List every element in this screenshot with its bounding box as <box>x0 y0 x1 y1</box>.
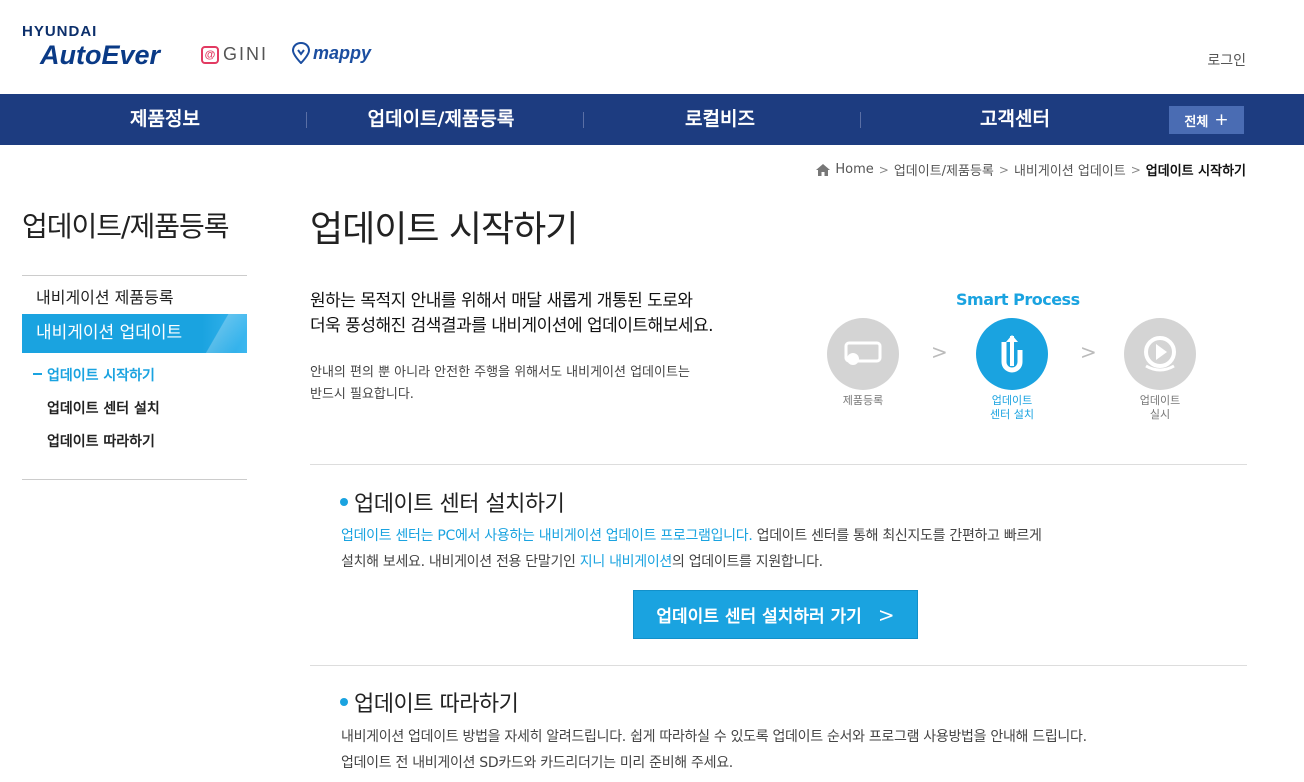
intro-sub-line-1: 안내의 편의 뿐 아니라 안전한 주행을 위해서도 내비게이션 업데이트는 <box>310 365 690 380</box>
breadcrumb-separator: > <box>1130 162 1141 177</box>
process-step-label: 업데이트 실시 <box>1120 394 1200 422</box>
highlight-link[interactable]: 지니 내비게이션 <box>580 554 673 570</box>
nav-divider <box>583 112 584 128</box>
section-text-line-2: 설치해 보세요. 내비게이션 전용 단말기인 지니 내비게이션의 업데이트를 지… <box>341 549 1042 575</box>
section-title-text: 업데이트 따라하기 <box>354 692 519 717</box>
home-icon <box>816 163 831 176</box>
section-text-line-1: 업데이트 센터는 PC에서 사용하는 내비게이션 업데이트 프로그램입니다. 업… <box>341 523 1042 549</box>
intro-line-2: 더욱 풍성해진 검색결과를 내비게이션에 업데이트해보세요. <box>310 316 714 336</box>
body-text: 설치해 보세요. 내비게이션 전용 단말기인 <box>341 554 580 570</box>
smart-process-title: Smart Process <box>956 290 1080 309</box>
hyundai-autoever-logo[interactable]: HYUNDAI AutoEver <box>22 23 161 71</box>
sidebar-sub-update-follow[interactable]: 업데이트 따라하기 <box>47 431 155 451</box>
mappy-logo[interactable]: mappy <box>292 42 371 64</box>
login-link[interactable]: 로그인 <box>1207 50 1246 70</box>
brand-main-text: AutoEver <box>40 40 161 70</box>
nav-divider <box>860 112 861 128</box>
nav-item-products[interactable]: 제품정보 <box>70 94 260 145</box>
process-step-label: 제품등록 <box>823 394 903 408</box>
active-marker <box>33 373 42 375</box>
section-update-center-title: 업데이트 센터 설치하기 <box>340 486 565 518</box>
sidebar-sub-update-start[interactable]: 업데이트 시작하기 <box>47 365 155 385</box>
breadcrumb-separator: > <box>998 162 1009 177</box>
nav-item-update-register[interactable]: 업데이트/제품등록 <box>341 94 541 145</box>
breadcrumb-home[interactable]: Home <box>835 162 873 177</box>
sidebar-item-navigation-update[interactable]: 내비게이션 업데이트 <box>22 314 247 353</box>
breadcrumb-current: 업데이트 시작하기 <box>1145 164 1246 179</box>
highlight-text: 업데이트 센터는 PC에서 사용하는 내비게이션 업데이트 프로그램입니다. <box>341 528 753 544</box>
nav-divider <box>306 112 307 128</box>
nav-item-customer-center[interactable]: 고객센터 <box>920 94 1110 145</box>
step-label-line: 업데이트 <box>1139 394 1181 407</box>
section-update-center-text: 업데이트 센터는 PC에서 사용하는 내비게이션 업데이트 프로그램입니다. 업… <box>341 523 1042 575</box>
update-run-icon <box>1124 318 1196 390</box>
gini-logo[interactable]: @ GINI <box>201 44 268 65</box>
bullet-dot-icon <box>340 698 348 706</box>
section-title-text: 업데이트 센터 설치하기 <box>354 492 565 517</box>
intro-text: 원하는 목적지 안내를 위해서 매달 새롭게 개통된 도로와 더욱 풍성해진 검… <box>310 289 714 339</box>
section-text-line-2: 업데이트 전 내비게이션 SD카드와 카드리더기는 미리 준비해 주세요. <box>341 755 733 771</box>
breadcrumb-navigation-update[interactable]: 내비게이션 업데이트 <box>1014 160 1126 179</box>
mappy-text: mappy <box>313 42 372 63</box>
brand-top-text: HYUNDAI <box>22 23 98 40</box>
update-center-icon <box>976 318 1048 390</box>
section-update-follow-title: 업데이트 따라하기 <box>340 686 519 718</box>
header: HYUNDAI AutoEver @ GINI mappy 로그인 <box>0 0 1304 94</box>
install-update-center-button[interactable]: 업데이트 센터 설치하러 가기 > <box>633 590 918 639</box>
section-divider <box>310 665 1247 666</box>
sidebar-item-product-register[interactable]: 내비게이션 제품등록 <box>36 284 174 308</box>
intro-subtext: 안내의 편의 뿐 아니라 안전한 주행을 위해서도 내비게이션 업데이트는 반드… <box>310 362 690 406</box>
breadcrumb-update-register[interactable]: 업데이트/제품등록 <box>894 160 994 179</box>
process-step-register: 제품등록 <box>823 318 903 408</box>
process-step-center-install: 업데이트 센터 설치 <box>972 318 1052 422</box>
step-label-line: 센터 설치 <box>990 408 1034 421</box>
nav-all-label: 전체 <box>1184 114 1209 130</box>
sidebar-divider <box>22 479 247 480</box>
plus-icon: + <box>1214 110 1229 130</box>
sidebar-divider <box>22 275 247 276</box>
body-text: 업데이트 센터를 통해 최신지도를 간편하고 빠르게 <box>752 528 1042 544</box>
step-label-line: 제품등록 <box>842 394 884 407</box>
main-nav: 제품정보 업데이트/제품등록 로컬비즈 고객센터 전체 + <box>0 94 1304 145</box>
body-text: 의 업데이트를 지원합니다. <box>671 554 823 570</box>
section-divider <box>310 464 1247 465</box>
process-step-label: 업데이트 센터 설치 <box>972 394 1052 422</box>
step-label-line: 실시 <box>1149 408 1171 421</box>
gini-icon: @ <box>201 45 219 64</box>
intro-sub-line-2: 반드시 필요합니다. <box>310 387 414 402</box>
page-title: 업데이트 시작하기 <box>310 209 578 250</box>
gini-text: GINI <box>223 44 269 64</box>
install-button-label: 업데이트 센터 설치하러 가기 <box>656 607 862 627</box>
product-register-icon <box>827 318 899 390</box>
mappy-pin-icon <box>292 42 310 64</box>
breadcrumb-separator: > <box>878 162 889 177</box>
sidebar-sub-update-center-install[interactable]: 업데이트 센터 설치 <box>47 398 160 418</box>
process-arrow-icon: > <box>931 340 948 364</box>
chevron-right-icon: > <box>877 602 895 627</box>
process-step-update-run: 업데이트 실시 <box>1120 318 1200 422</box>
process-arrow-icon: > <box>1080 340 1097 364</box>
sidebar-title: 업데이트/제품등록 <box>22 210 230 243</box>
bullet-dot-icon <box>340 498 348 506</box>
nav-all-button[interactable]: 전체 + <box>1169 106 1244 134</box>
breadcrumb: Home > 업데이트/제품등록 > 내비게이션 업데이트 > 업데이트 시작하… <box>816 160 1246 179</box>
nav-item-localbiz[interactable]: 로컬비즈 <box>625 94 815 145</box>
step-label-line: 업데이트 <box>991 394 1033 407</box>
section-update-follow-text: 내비게이션 업데이트 방법을 자세히 알려드립니다. 쉽게 따라하실 수 있도록… <box>341 724 1087 776</box>
section-text-line-1: 내비게이션 업데이트 방법을 자세히 알려드립니다. 쉽게 따라하실 수 있도록… <box>341 729 1087 745</box>
intro-line-1: 원하는 목적지 안내를 위해서 매달 새롭게 개통된 도로와 <box>310 291 693 311</box>
